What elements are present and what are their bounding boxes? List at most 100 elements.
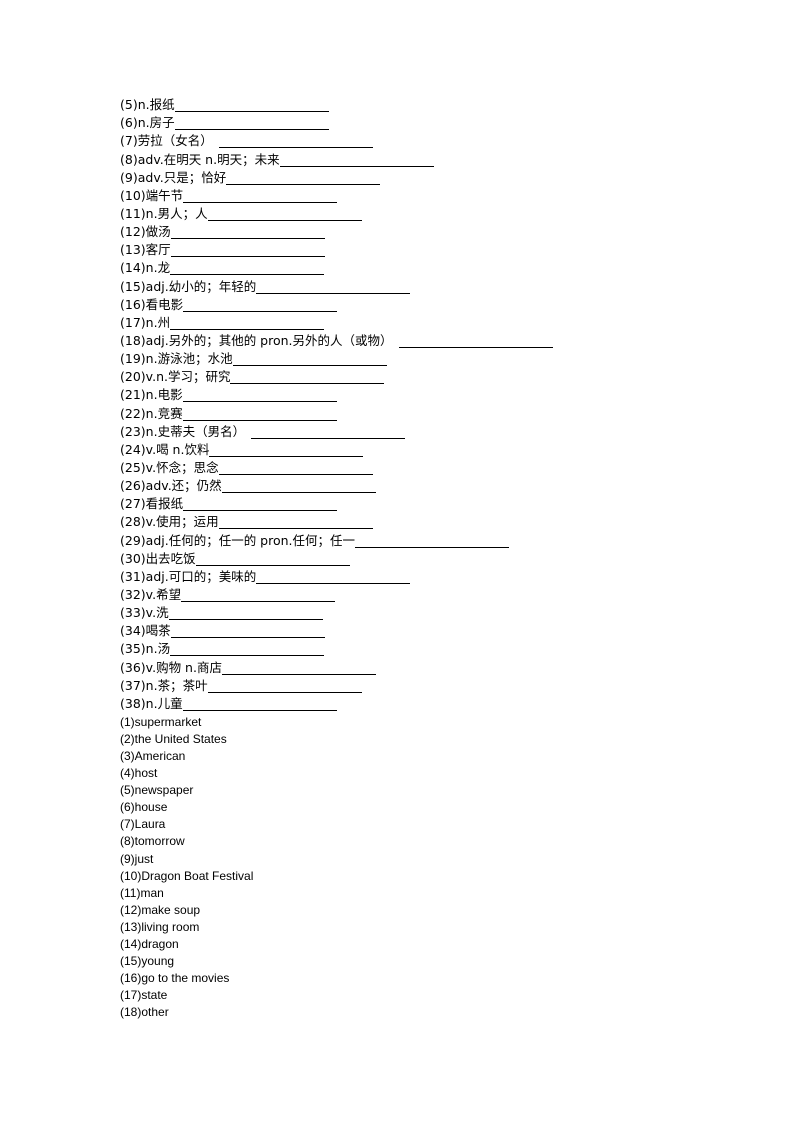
answer-blank[interactable] (170, 641, 325, 657)
question-prompt: v.使用；运用 (145, 514, 219, 530)
question-prompt: v.n.学习；研究 (145, 369, 231, 385)
question-number: (14) (120, 260, 146, 276)
question-item: (19) n.游泳池；水池 (120, 350, 720, 368)
question-prompt: 出去吃饭 (145, 550, 196, 566)
answer-blank[interactable] (218, 133, 373, 149)
answer-blank[interactable] (221, 660, 376, 675)
answer-blank[interactable] (279, 152, 434, 167)
question-item: (35) n.汤 (120, 640, 720, 658)
question-prompt: n.史蒂夫（男名） (145, 423, 246, 439)
question-item: (7) 劳拉（女名） (120, 132, 720, 150)
answer-blank[interactable] (170, 315, 325, 330)
question-item: (9) adv.只是；恰好 (120, 169, 720, 187)
question-number: (35) (120, 641, 146, 657)
answer-blank[interactable] (221, 478, 376, 494)
answer-blank[interactable] (355, 533, 510, 548)
question-prompt: 劳拉（女名） (137, 133, 213, 149)
answer-blank[interactable] (168, 605, 323, 621)
answer-blank[interactable] (170, 623, 325, 639)
answer-blank[interactable] (174, 97, 329, 113)
question-prompt: n.竞赛 (145, 405, 183, 421)
answer-blank[interactable] (218, 514, 373, 530)
question-number: (11) (120, 205, 146, 221)
question-number: (38) (120, 695, 146, 711)
answer-blank[interactable] (170, 224, 325, 240)
question-item: (13) 客厅 (120, 241, 720, 259)
answer-blank[interactable] (174, 115, 329, 131)
question-item: (17) n.州 (120, 314, 720, 332)
answer-item: (10)Dragon Boat Festival (120, 868, 254, 883)
answer-blank[interactable] (195, 551, 350, 566)
answer-blank[interactable] (398, 333, 553, 348)
answer-blank[interactable] (181, 587, 336, 602)
question-number: (8) (120, 151, 138, 167)
answer-blank[interactable] (170, 242, 325, 258)
question-prompt: v.怀念；思念 (145, 459, 219, 475)
question-prompt: n.儿童 (145, 695, 183, 711)
answer-blank[interactable] (183, 188, 338, 203)
question-prompt: v.洗 (145, 605, 169, 621)
answer-blank[interactable] (232, 351, 387, 367)
answer-blank[interactable] (230, 369, 385, 385)
question-prompt: n.汤 (145, 641, 171, 657)
answer-blank[interactable] (182, 387, 337, 403)
answer-blank[interactable] (256, 569, 411, 584)
question-prompt: 客厅 (145, 242, 171, 258)
answer-blank[interactable] (256, 279, 411, 294)
question-prompt: adj.另外的；其他的 pron.另外的人（或物） (145, 332, 393, 348)
question-prompt: v.购物 n.商店 (145, 659, 222, 675)
answer-blank[interactable] (170, 260, 325, 276)
answer-item: (4)host (120, 766, 158, 781)
question-item: (8) adv.在明天 n.明天；未来 (120, 150, 720, 168)
question-item: (10) 端午节 (120, 187, 720, 205)
answer-item: (11)man (120, 885, 164, 900)
answer-blank[interactable] (182, 696, 337, 711)
answer-item: (14)dragon (120, 937, 179, 951)
question-item: (31) adj.可口的；美味的 (120, 568, 720, 586)
question-item: (24) v.喝 n.饮料 (120, 441, 720, 459)
question-number: (6) (120, 115, 138, 131)
question-number: (29) (120, 532, 146, 548)
question-number: (15) (120, 278, 146, 294)
question-number: (28) (120, 514, 146, 530)
question-prompt: v.希望 (145, 586, 182, 602)
answer-blank[interactable] (207, 678, 362, 693)
question-item: (15) adj.幼小的；年轻的 (120, 277, 720, 295)
question-number: (9) (120, 169, 138, 185)
answer-blank[interactable] (218, 460, 373, 475)
question-number: (25) (120, 459, 146, 475)
answer-blank[interactable] (183, 297, 338, 312)
question-item: (21) n.电影 (120, 386, 720, 404)
question-item: (30) 出去吃饭 (120, 550, 720, 568)
answer-blank[interactable] (251, 424, 406, 439)
question-number: (24) (120, 441, 146, 457)
answer-blank[interactable] (207, 206, 362, 221)
question-item: (27) 看报纸 (120, 495, 720, 513)
question-number: (30) (120, 550, 146, 566)
question-prompt: 做汤 (145, 224, 171, 240)
answer-item: (16)go to the movies (120, 971, 230, 986)
question-number: (18) (120, 332, 146, 348)
question-number: (21) (120, 387, 146, 403)
answer-item: (5)newspaper (120, 783, 194, 798)
question-item: (36) v.购物 n.商店 (120, 658, 720, 676)
question-prompt: v.喝 n.饮料 (145, 441, 210, 457)
question-number: (34) (120, 623, 146, 639)
question-list: (5) n.报纸 (6) n.房子 (7) 劳拉（女名） (8) adv.在明天 n.明天；未… (120, 96, 720, 713)
answer-item: (2)the United States (120, 731, 227, 746)
question-number: (20) (120, 369, 146, 385)
question-item: (20) v.n.学习；研究 (120, 368, 720, 386)
question-number: (37) (120, 677, 146, 693)
answer-blank[interactable] (209, 442, 364, 457)
answer-blank[interactable] (183, 496, 338, 512)
answer-item: (6)house (120, 800, 168, 815)
question-prompt: n.游泳池；水池 (145, 351, 233, 367)
answer-blank[interactable] (182, 406, 337, 421)
question-item: (12) 做汤 (120, 223, 720, 241)
answer-item: (8)tomorrow (120, 834, 185, 849)
answer-blank[interactable] (226, 170, 381, 185)
question-item: (16) 看电影 (120, 296, 720, 314)
question-number: (19) (120, 351, 146, 367)
question-prompt: adj.任何的；任一的 pron.任何；任一 (145, 532, 356, 548)
question-item: (6) n.房子 (120, 114, 720, 132)
